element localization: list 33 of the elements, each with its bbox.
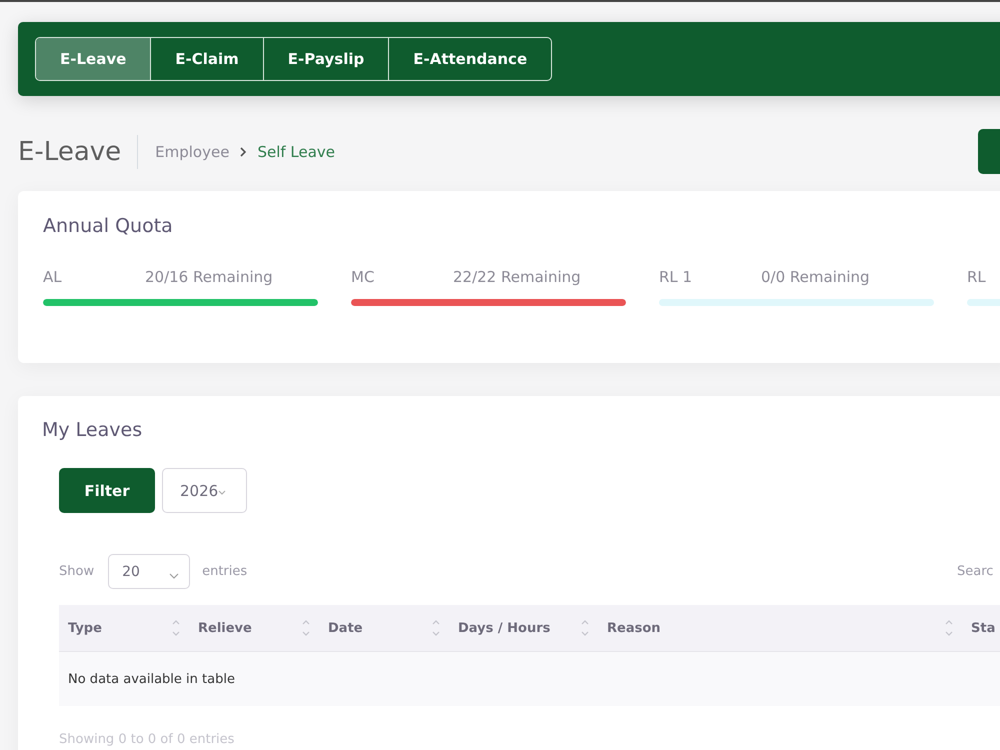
filter-button[interactable]: Filter (59, 468, 155, 513)
breadcrumb-item[interactable]: Employee (155, 142, 230, 160)
leave-code: MC (351, 268, 376, 288)
column-header[interactable]: Relieve (198, 620, 252, 636)
nav-tab[interactable]: E-Leave (36, 38, 150, 80)
year-select[interactable]: 2026 (162, 468, 247, 513)
column-header[interactable]: Date (328, 620, 363, 636)
remaining-text: 22/22 Remaining (453, 268, 581, 288)
leave-code: RL 1 (659, 268, 694, 288)
column-header[interactable]: Sta (971, 620, 996, 636)
page-size-select[interactable]: 20 (108, 554, 190, 589)
page-title: E-Leave (18, 134, 138, 168)
column-header[interactable]: Days / Hours (458, 620, 550, 636)
nav-tab[interactable]: E-Claim (150, 38, 263, 80)
leave-code: AL (43, 268, 63, 288)
card-title: Annual Quota (43, 215, 174, 237)
remaining-text: 0/0 Remaining (761, 268, 870, 288)
chevron-icon (239, 146, 248, 158)
empty-message: No data available in table (68, 672, 235, 686)
remaining-text: 20/16 Remaining (145, 268, 273, 288)
leave-code: RL (967, 268, 987, 288)
entries-label: entries (202, 564, 248, 579)
caret-icon (218, 490, 226, 496)
caret-icon (169, 572, 180, 578)
search-label: Searc (957, 564, 994, 579)
column-header[interactable]: Type (68, 620, 102, 636)
show-label: Show (59, 564, 94, 579)
column-header[interactable]: Reason (607, 620, 661, 636)
card-title: My Leaves (42, 419, 144, 441)
nav-tab[interactable]: E-Attendance (388, 38, 552, 80)
entries-info: Showing 0 to 0 of 0 entries (59, 732, 236, 747)
nav-tab[interactable]: E-Payslip (262, 38, 388, 80)
breadcrumb-item: Self Leave (257, 142, 336, 160)
